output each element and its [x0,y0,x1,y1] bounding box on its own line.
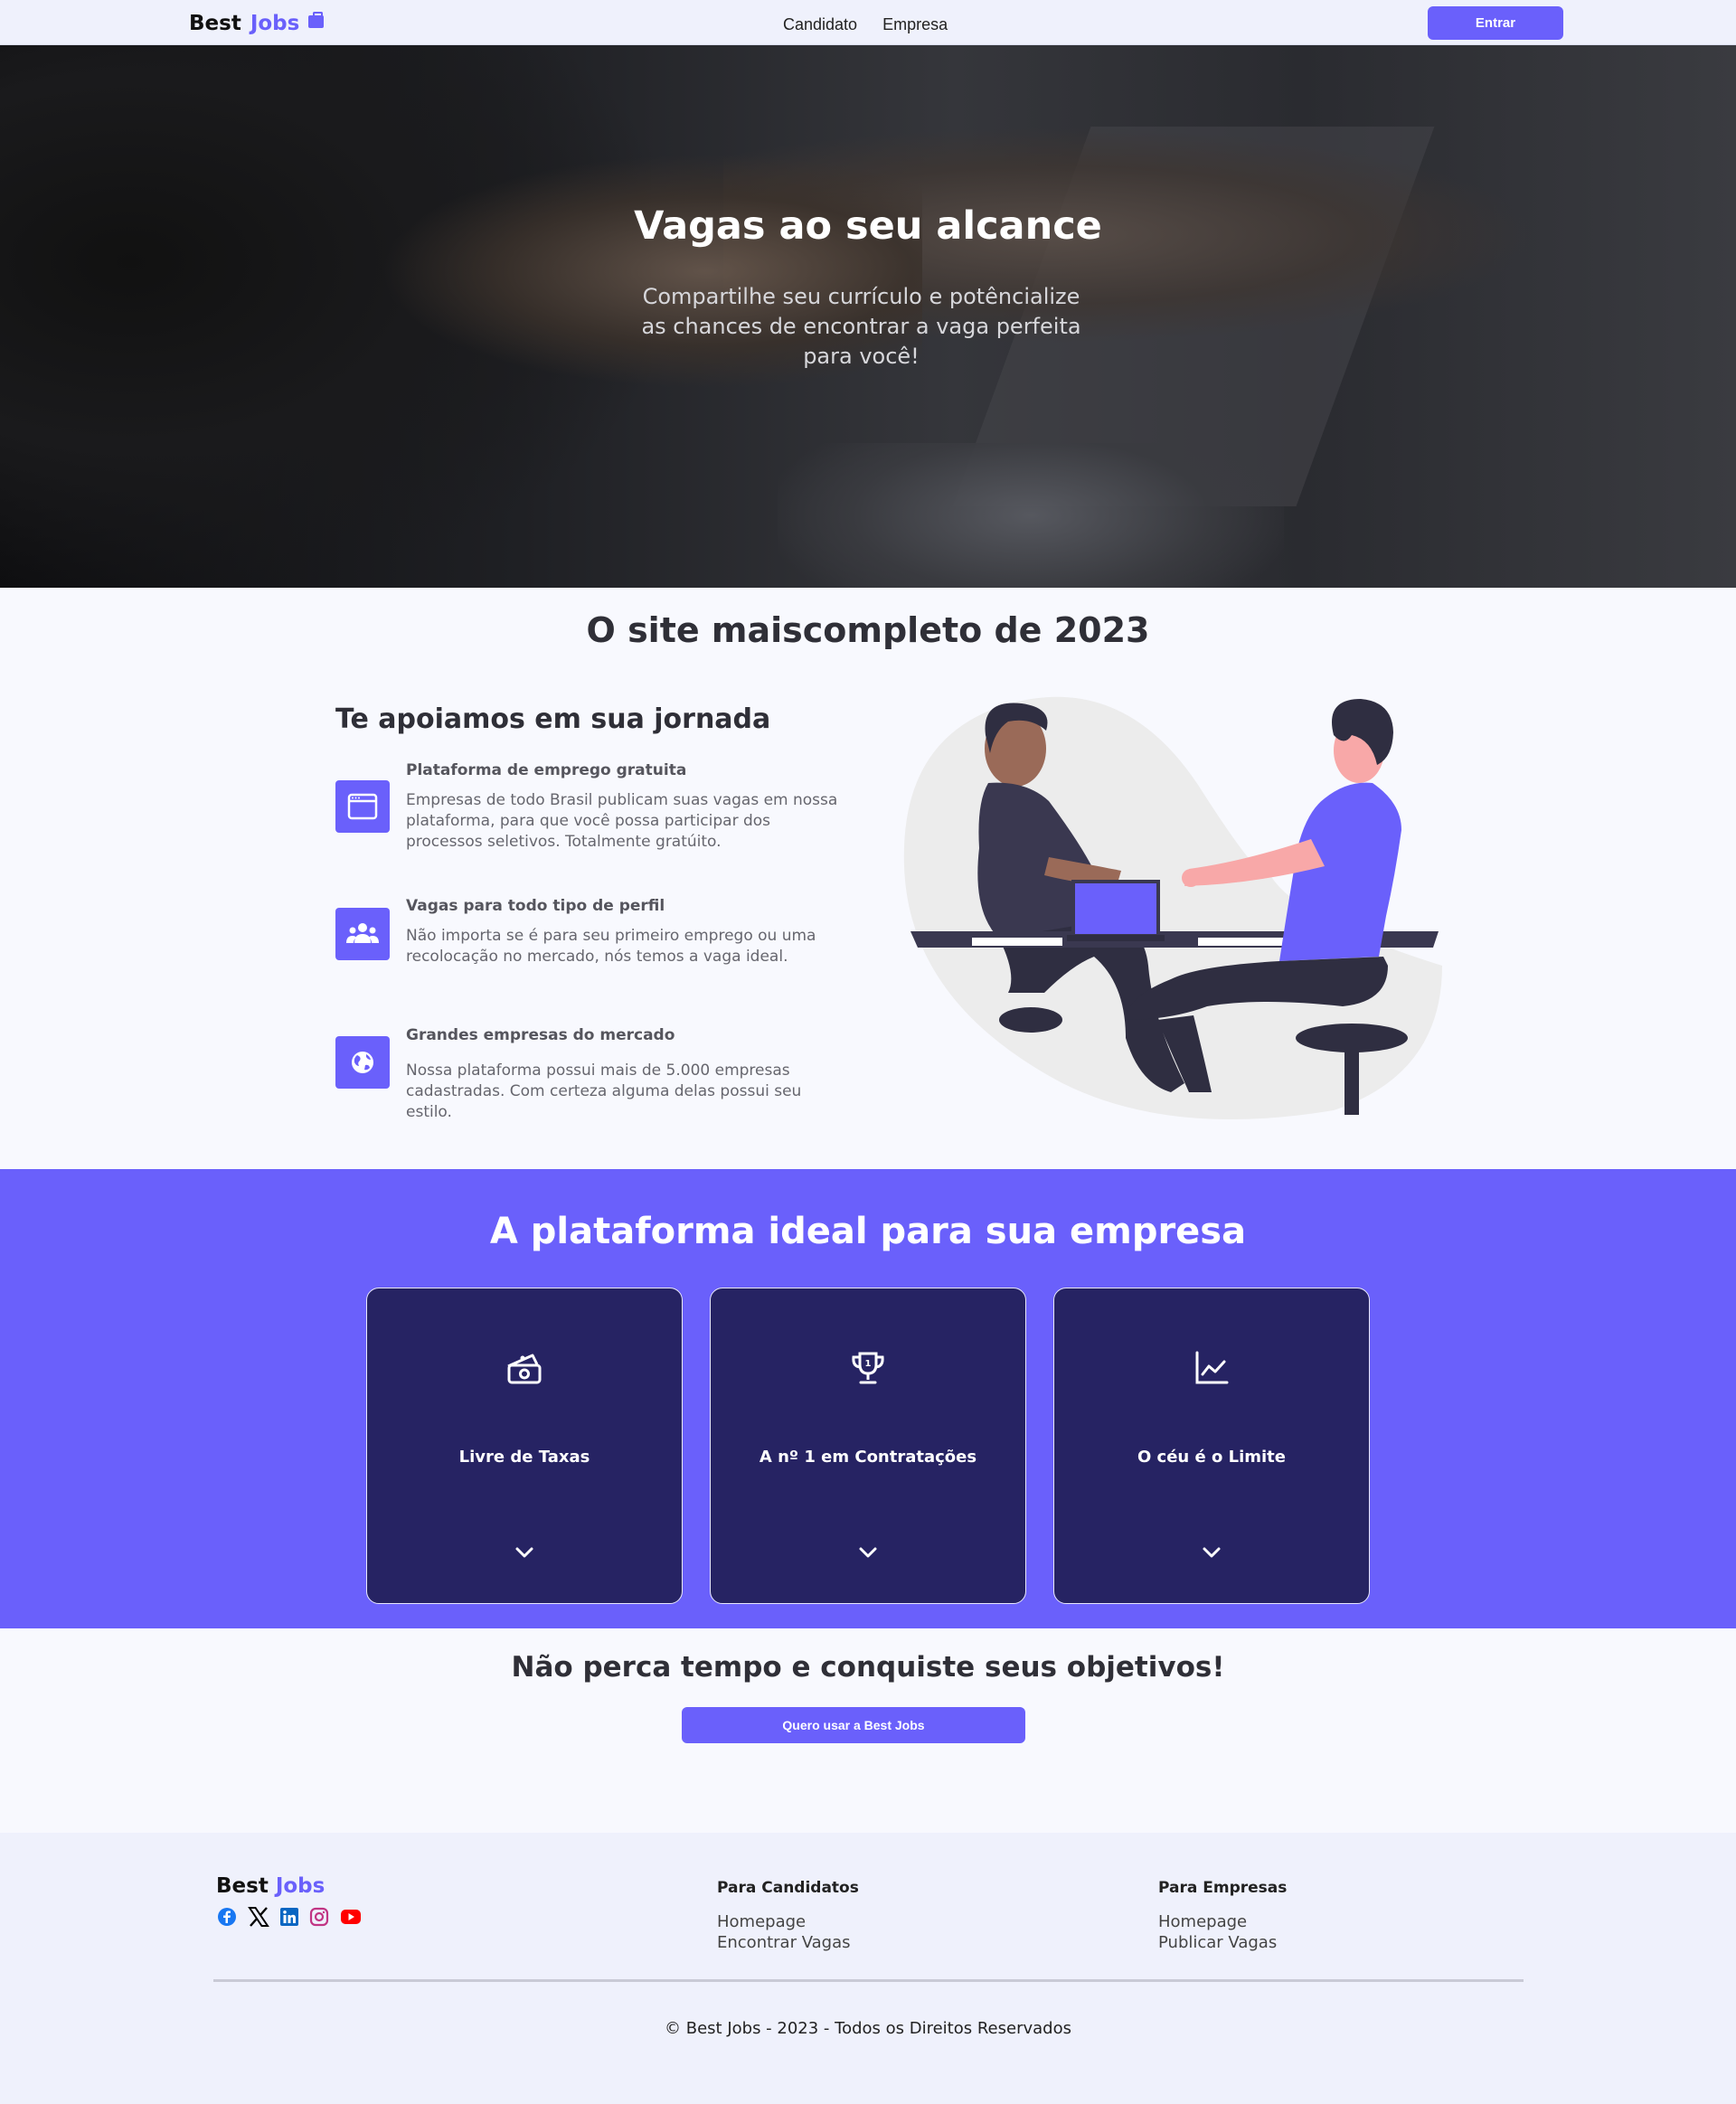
footer-heading: Para Candidatos [717,1879,859,1897]
brand-logo[interactable]: Best Jobs [189,12,325,35]
cta-button[interactable]: Quero usar a Best Jobs [682,1707,1025,1743]
nav-link-empresa[interactable]: Empresa [882,15,948,34]
chevron-down-icon[interactable] [1054,1546,1369,1559]
benefit-card-label: A nº 1 em Contratações [759,1448,977,1467]
hero-subtitle: Compartilhe seu currículo e potêncialize… [641,284,1081,369]
cta-title: Não perca tempo e conquiste seus objetiv… [511,1651,1225,1684]
users-group-icon [335,908,390,960]
footer-link-publish-jobs[interactable]: Publicar Vagas [1158,1932,1287,1953]
trophy-icon: 1 [711,1350,1025,1386]
feature-title: Plataforma de emprego gratuita [406,761,687,779]
brand-jobs: Jobs [250,12,300,35]
brand-best: Best [189,12,241,35]
chevron-down-icon[interactable] [367,1546,682,1559]
about-subtitle: Te apoiamos em sua jornada [335,703,771,735]
nav-link-candidato[interactable]: Candidato [783,15,857,34]
footer-brand-jobs: Jobs [275,1874,326,1898]
feature-title: Grandes empresas do mercado [406,1026,675,1044]
youtube-icon[interactable] [340,1909,362,1929]
footer-col-companies: Para Empresas Homepage Publicar Vagas [1158,1879,1287,1953]
benefit-card[interactable]: O céu é o Limite [1053,1288,1370,1604]
feature-title: Vagas para todo tipo de perfil [406,897,665,915]
feature-text: Não importa se é para seu primeiro empre… [406,927,816,966]
facebook-icon[interactable] [217,1907,237,1930]
x-icon[interactable] [248,1907,269,1930]
globe-icon [335,1036,390,1089]
browser-window-icon [335,780,390,833]
benefit-card-label: O céu é o Limite [1137,1448,1286,1467]
about-title: O site maiscompleto de 2023 [586,610,1150,650]
nav-links: Candidato Empresa [783,15,948,34]
footer-link-homepage[interactable]: Homepage [717,1911,859,1932]
chevron-down-icon[interactable] [711,1546,1025,1559]
money-bill-icon [367,1350,682,1386]
benefit-card[interactable]: 1 A nº 1 em Contratações [710,1288,1026,1604]
hero-title: Vagas ao seu alcance [634,203,1102,249]
feature-text: Empresas de todo Brasil publicam suas va… [406,791,838,851]
footer [0,1833,1736,2104]
benefit-card[interactable]: Livre de Taxas [366,1288,683,1604]
platform-title: A plataforma ideal para sua empresa [489,1211,1247,1252]
navbar: Best Jobs Candidato Empresa Entrar [0,0,1736,45]
chart-line-icon [1054,1350,1369,1386]
footer-brand-logo[interactable]: Best Jobs [216,1874,325,1898]
briefcase-icon [308,12,325,28]
footer-brand-best: Best [216,1874,269,1898]
footer-link-homepage[interactable]: Homepage [1158,1911,1287,1932]
linkedin-icon[interactable] [280,1908,298,1929]
feature-text: Nossa plataforma possui mais de 5.000 em… [406,1061,802,1121]
copyright-text: © Best Jobs - 2023 - Todos os Direitos R… [665,2019,1071,2038]
footer-divider [213,1979,1524,1982]
hero-photo-laptop [778,443,1284,588]
handshake-illustration [903,696,1442,1119]
social-links [217,1907,362,1930]
footer-col-candidates: Para Candidatos Homepage Encontrar Vagas [717,1879,859,1953]
footer-link-find-jobs[interactable]: Encontrar Vagas [717,1932,859,1953]
instagram-icon[interactable] [309,1907,329,1930]
enter-button[interactable]: Entrar [1428,6,1563,40]
benefit-card-label: Livre de Taxas [458,1448,590,1467]
footer-heading: Para Empresas [1158,1879,1288,1897]
svg-text:1: 1 [865,1359,872,1369]
